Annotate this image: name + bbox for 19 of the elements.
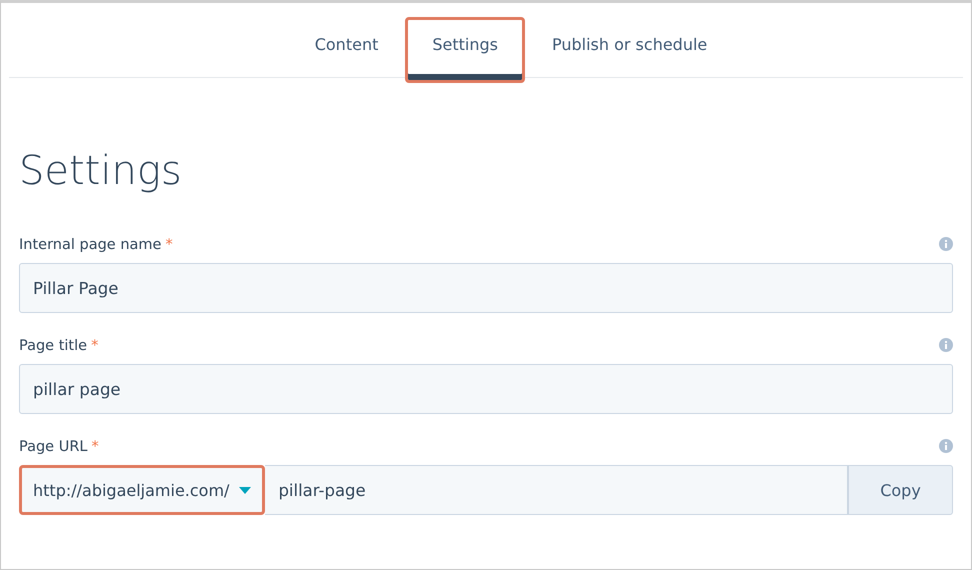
required-mark: * (91, 439, 99, 455)
page-heading: Settings (19, 148, 183, 194)
domain-dropdown[interactable]: http://abigaeljamie.com/ (19, 465, 266, 515)
field-label: Internal page name (19, 237, 162, 253)
tab[interactable]: Publish or schedule (524, 17, 734, 83)
info-icon (939, 338, 953, 352)
info-icon (939, 438, 953, 452)
info-icon (939, 236, 953, 250)
tab[interactable]: Content (288, 17, 406, 83)
slug-field[interactable]: pillar-page (265, 465, 848, 515)
field-label: Page URL (19, 439, 88, 455)
text-field[interactable]: Pillar Page (19, 263, 953, 313)
caret-icon (239, 486, 252, 494)
field-label: Page title (19, 338, 88, 354)
required-mark: * (165, 237, 173, 253)
text-field[interactable]: pillar page (19, 364, 953, 414)
required-mark: * (91, 338, 98, 354)
tab[interactable]: Settings (405, 17, 525, 83)
copy-button[interactable]: Copy (848, 465, 953, 515)
